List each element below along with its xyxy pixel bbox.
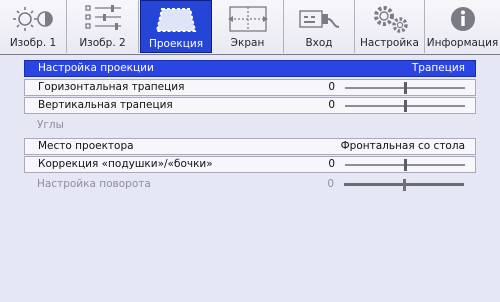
tab-label: Информация bbox=[426, 37, 499, 49]
gears-icon bbox=[355, 0, 424, 38]
item-value: 0 bbox=[328, 81, 335, 93]
item-label: Горизонтальная трапеция bbox=[38, 81, 185, 93]
slider-thumb[interactable] bbox=[404, 159, 407, 171]
tab-information[interactable]: Информация bbox=[425, 0, 500, 53]
tab-projection[interactable]: Проекция bbox=[140, 0, 212, 53]
menu-item-vertical-keystone[interactable]: Вертикальная трапеция 0 bbox=[24, 97, 476, 114]
menu-item-corners: Углы bbox=[24, 118, 476, 135]
brightness-contrast-icon bbox=[0, 0, 66, 38]
input-plug-icon bbox=[284, 0, 354, 38]
item-label: Место проектора bbox=[38, 140, 134, 152]
tab-input[interactable]: Вход bbox=[284, 0, 355, 53]
horizontal-keystone-slider[interactable] bbox=[345, 82, 465, 94]
slider-thumb[interactable] bbox=[404, 100, 407, 112]
tab-label: Вход bbox=[305, 37, 333, 49]
tab-label: Изобр. 1 bbox=[9, 37, 57, 49]
sliders-icon bbox=[67, 0, 138, 38]
tab-picture-1[interactable]: Изобр. 1 bbox=[0, 0, 67, 53]
item-label: Настройка проекции bbox=[38, 62, 154, 74]
item-value: Фронтальная со стола bbox=[340, 140, 465, 152]
menu-item-projector-position[interactable]: Место проектора Фронтальная со стола bbox=[24, 138, 476, 155]
tab-screen[interactable]: Экран bbox=[212, 0, 284, 53]
menu-item-pincushion[interactable]: Коррекция «подушки»/«бочки» 0 bbox=[24, 156, 476, 173]
item-value: Трапеция bbox=[411, 62, 465, 74]
item-label: Вертикальная трапеция bbox=[38, 99, 173, 111]
item-label: Коррекция «подушки»/«бочки» bbox=[38, 158, 213, 170]
menu-item-projection-setting[interactable]: Настройка проекции Трапеция bbox=[24, 60, 476, 77]
tab-label: Проекция bbox=[148, 38, 204, 50]
menu-tab-bar: Изобр. 1 Изобр. 2 Проекция Экран Вход На… bbox=[0, 0, 500, 55]
tab-label: Настройка bbox=[360, 37, 419, 49]
tab-picture-2[interactable]: Изобр. 2 bbox=[67, 0, 139, 53]
slider-thumb bbox=[403, 179, 406, 191]
screen-icon bbox=[212, 0, 283, 38]
item-value: 0 bbox=[328, 99, 335, 111]
menu-item-rotation: Настройка поворота 0 bbox=[24, 177, 476, 194]
item-value: 0 bbox=[328, 158, 335, 170]
menu-item-horizontal-keystone[interactable]: Горизонтальная трапеция 0 bbox=[24, 79, 476, 96]
tab-label: Экран bbox=[230, 37, 265, 49]
tab-label: Изобр. 2 bbox=[79, 37, 126, 49]
item-label: Углы bbox=[37, 119, 64, 131]
projection-keystone-icon bbox=[141, 1, 211, 39]
rotation-slider bbox=[344, 179, 464, 191]
item-label: Настройка поворота bbox=[37, 178, 151, 190]
item-value: 0 bbox=[327, 178, 334, 190]
vertical-keystone-slider[interactable] bbox=[345, 100, 465, 112]
tab-settings[interactable]: Настройка bbox=[355, 0, 425, 53]
pincushion-slider[interactable] bbox=[345, 159, 465, 171]
info-icon bbox=[425, 0, 500, 38]
slider-thumb[interactable] bbox=[404, 82, 407, 94]
